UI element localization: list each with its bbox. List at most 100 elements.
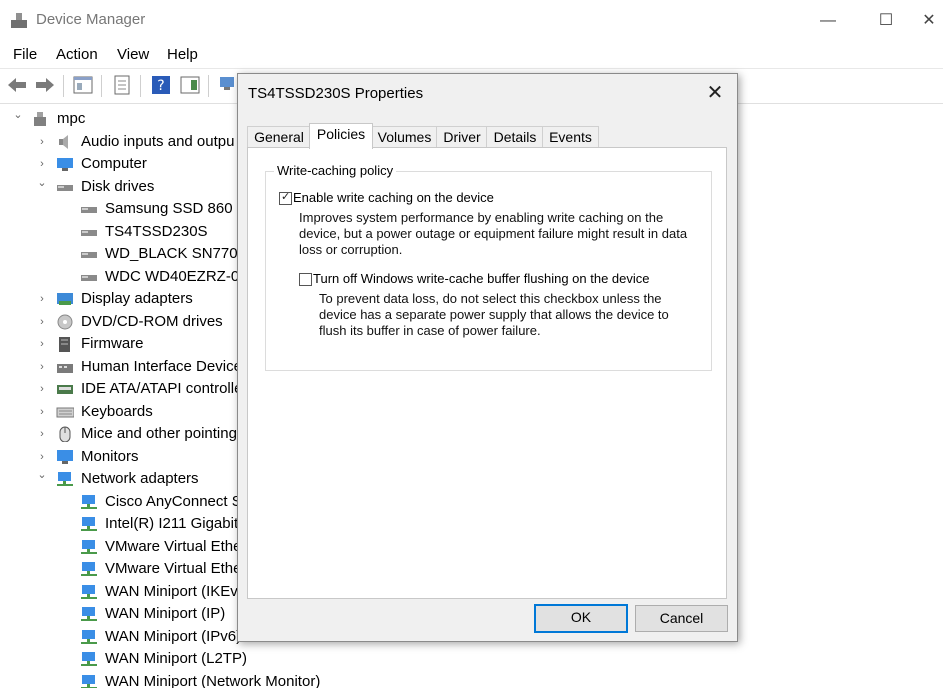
check-mark-icon: ✓ [281, 191, 291, 203]
option2-desc-line: device has a separate power supply that … [319, 307, 669, 322]
tree-item-label: WAN Miniport (IPv6) [105, 627, 242, 645]
menu-file[interactable]: File [13, 46, 37, 63]
tree-item-label: WAN Miniport (Network Monitor) [105, 672, 321, 688]
turn-off-buffer-flushing-label[interactable]: Turn off Windows write-cache buffer flus… [313, 271, 650, 286]
computer-root-icon [34, 112, 46, 126]
network-child-icon [81, 562, 97, 576]
chevron-down-icon[interactable]: ⌄ [36, 172, 48, 194]
tab-driver[interactable]: Driver [436, 126, 488, 148]
option2-desc-line: To prevent data loss, do not select this… [319, 291, 662, 306]
toolbar-separator [208, 75, 209, 97]
forward-arrow-icon[interactable] [34, 74, 56, 96]
chevron-down-icon[interactable]: ⌄ [36, 464, 48, 486]
network-child-icon [81, 652, 97, 666]
dialog-close-button[interactable]: ✕ [704, 83, 726, 105]
write-caching-groupbox: Write-caching policy ✓ Enable write cach… [265, 163, 712, 371]
tree-item-label: Monitors [81, 447, 139, 465]
properties-pane-icon[interactable] [72, 74, 94, 96]
svg-text:?: ? [157, 78, 164, 94]
network-child-icon [81, 607, 97, 621]
tree-item-label: Display adapters [81, 290, 193, 307]
enable-write-caching-label[interactable]: Enable write caching on the device [293, 190, 494, 205]
menu-view[interactable]: View [117, 46, 149, 63]
back-arrow-icon[interactable] [6, 74, 28, 96]
tree-item-label: Keyboards [81, 402, 153, 420]
network-child-icon [81, 629, 97, 644]
disk-child-icon [81, 207, 97, 213]
tab-general[interactable]: General [247, 126, 311, 148]
network-child-icon [81, 584, 97, 599]
network-child-icon [81, 674, 97, 688]
tree-item-label: Audio inputs and outpu [81, 132, 235, 150]
tree-item-label: WDC WD40EZRZ-00( [105, 267, 253, 285]
group-title: Write-caching policy [274, 163, 397, 178]
tree-item-label: WAN Miniport (IP) [105, 605, 226, 622]
tab-policies[interactable]: Policies [309, 123, 373, 149]
tree-device[interactable]: WAN Miniport (Network Monitor) [0, 671, 940, 688]
speaker-icon [59, 134, 68, 149]
policies-panel: Write-caching policy ✓ Enable write cach… [247, 147, 727, 599]
display-adapter-icon [57, 293, 73, 305]
tree-item-label: WAN Miniport (IKEv2 [105, 582, 247, 600]
tree-item-label: Disk drives [81, 177, 155, 195]
tree-item-label: WAN Miniport (L2TP) [105, 650, 247, 667]
tree-item-label: IDE ATA/ATAPI controllers [81, 380, 255, 397]
chevron-right-icon[interactable]: › [36, 401, 48, 423]
firmware-icon [59, 337, 70, 352]
tab-strip: General Policies Volumes Driver Details … [247, 123, 727, 149]
toolbar-separator [101, 75, 102, 97]
chevron-right-icon[interactable]: › [36, 311, 48, 333]
network-child-icon [81, 494, 97, 509]
menu-help[interactable]: Help [167, 46, 198, 63]
properties-dialog: TS4TSSD230S Properties ✕ General Policie… [237, 73, 738, 642]
title-bar: Device Manager — ☐ ✕ [0, 0, 943, 42]
tree-device[interactable]: WAN Miniport (L2TP) [0, 648, 940, 670]
dvd-icon [57, 314, 73, 329]
disk-child-icon [81, 274, 97, 281]
option1-desc-line: device, but a power outage or equipment … [299, 226, 688, 241]
mouse-icon [59, 426, 71, 442]
enable-write-caching-checkbox[interactable]: ✓ [279, 191, 292, 205]
toolbar-separator [63, 75, 64, 97]
cancel-button[interactable]: Cancel [635, 605, 728, 632]
app-title: Device Manager [36, 11, 146, 28]
tree-item-label: Firmware [81, 335, 144, 352]
tab-volumes[interactable]: Volumes [371, 126, 438, 148]
device-manager-icon [11, 13, 27, 28]
tree-item-label: DVD/CD-ROM drives [81, 312, 223, 330]
tree-item-label: TS4TSSD230S [105, 222, 208, 240]
hid-icon [57, 363, 73, 373]
maximize-button[interactable]: ☐ [866, 8, 906, 34]
menu-bar: File Action View Help [0, 42, 943, 68]
help-icon[interactable]: ? [150, 74, 172, 96]
option2-desc-line: flush its buffer in case of power failur… [319, 323, 541, 338]
tree-item-label: VMware Virtual Ethe [105, 560, 242, 577]
chevron-right-icon[interactable]: › [36, 131, 48, 153]
computer-icon [57, 158, 73, 171]
turn-off-buffer-flushing-checkbox[interactable] [299, 273, 312, 286]
ide-icon [57, 385, 73, 394]
minimize-button[interactable]: — [808, 8, 848, 34]
tab-details[interactable]: Details [486, 126, 544, 148]
ok-button[interactable]: OK [534, 604, 628, 633]
disk-child-icon [81, 229, 97, 236]
tree-item-label: mpc [57, 110, 86, 127]
action-pane-icon[interactable] [179, 74, 201, 96]
tree-item-label: Mice and other pointing [81, 425, 237, 442]
chevron-right-icon[interactable]: › [36, 356, 48, 378]
chevron-right-icon[interactable]: › [36, 423, 48, 445]
document-icon[interactable] [111, 74, 133, 96]
option1-desc-line: Improves system performance by enabling … [299, 210, 664, 225]
tree-item-label: Computer [81, 155, 147, 172]
tab-events[interactable]: Events [542, 126, 599, 148]
monitor-icon [57, 449, 73, 464]
menu-action[interactable]: Action [56, 46, 98, 63]
keyboard-icon [56, 407, 74, 417]
network-child-icon [81, 517, 97, 531]
chevron-right-icon[interactable]: › [36, 378, 48, 400]
close-window-button[interactable]: ✕ [914, 8, 943, 34]
chevron-down-icon[interactable]: ⌄ [12, 104, 24, 126]
disk-child-icon [81, 252, 97, 258]
chevron-right-icon[interactable]: › [36, 333, 48, 355]
chevron-right-icon[interactable]: › [36, 288, 48, 310]
